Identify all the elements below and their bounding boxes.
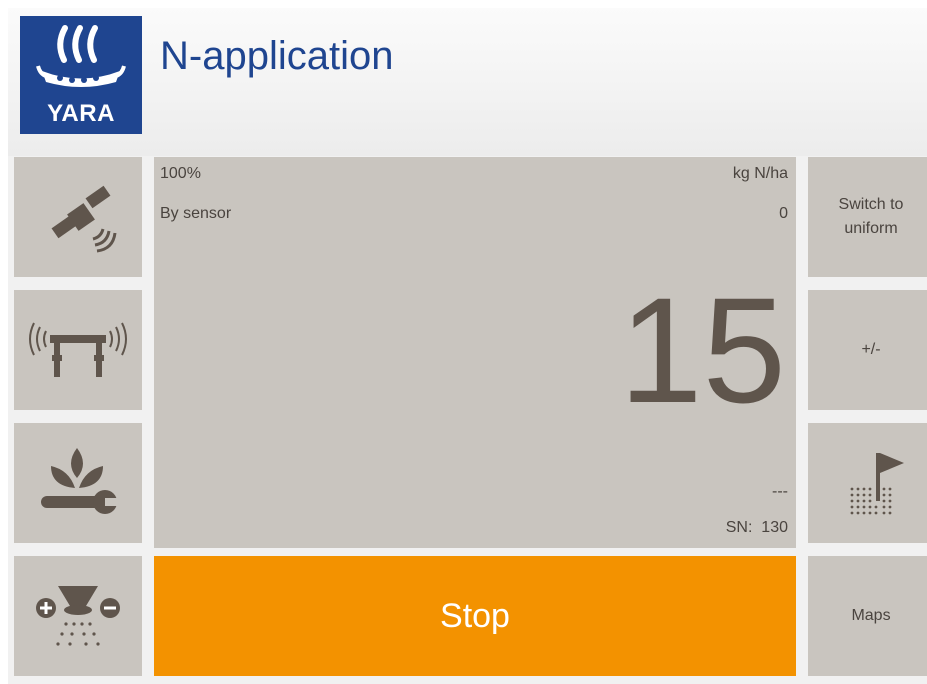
app-window: YARA N-application 100% kg N/ha By senso… xyxy=(8,8,927,684)
maps-label: Maps xyxy=(851,607,891,624)
field-flag-icon xyxy=(850,453,904,515)
crop-settings-button[interactable] xyxy=(14,423,142,543)
viking-ship-logo-icon xyxy=(36,25,126,87)
sn-value: SN: 130 xyxy=(725,519,788,536)
spreader-rate-icon xyxy=(36,586,120,646)
header: YARA N-application xyxy=(8,8,927,156)
rate-percent: 100% xyxy=(160,165,201,182)
main-rate-value: 15 xyxy=(619,266,786,434)
stop-label: Stop xyxy=(440,596,510,635)
switch-label-line2: uniform xyxy=(844,220,898,237)
switch-to-uniform-label: Switch to uniform xyxy=(839,193,904,241)
page-title: N-application xyxy=(160,34,394,78)
satellite-button[interactable] xyxy=(14,157,142,277)
satellite-icon xyxy=(51,185,117,253)
switch-to-uniform-button[interactable]: Switch to uniform xyxy=(808,157,927,277)
plus-minus-label: +/- xyxy=(861,341,881,358)
crop-settings-icon xyxy=(41,448,117,514)
logo-text: YARA xyxy=(47,100,115,127)
boom-sensor-icon xyxy=(29,322,127,377)
rate-unit: kg N/ha xyxy=(732,165,788,182)
secondary-dashes: --- xyxy=(772,483,788,500)
rate-display-panel: 100% kg N/ha By sensor 0 15 --- SN: 130 xyxy=(154,157,796,548)
boom-sensor-button[interactable] xyxy=(14,290,142,410)
spreader-rate-button[interactable] xyxy=(14,556,142,676)
stop-button[interactable]: Stop xyxy=(154,556,796,676)
switch-label-line1: Switch to xyxy=(838,196,904,213)
maps-button[interactable]: Maps xyxy=(808,556,927,676)
mode-label: By sensor xyxy=(160,205,232,222)
field-flag-button[interactable] xyxy=(808,423,927,543)
plus-minus-button[interactable]: +/- xyxy=(808,290,927,410)
yara-logo: YARA xyxy=(20,16,142,134)
sensor-value: 0 xyxy=(779,205,788,222)
